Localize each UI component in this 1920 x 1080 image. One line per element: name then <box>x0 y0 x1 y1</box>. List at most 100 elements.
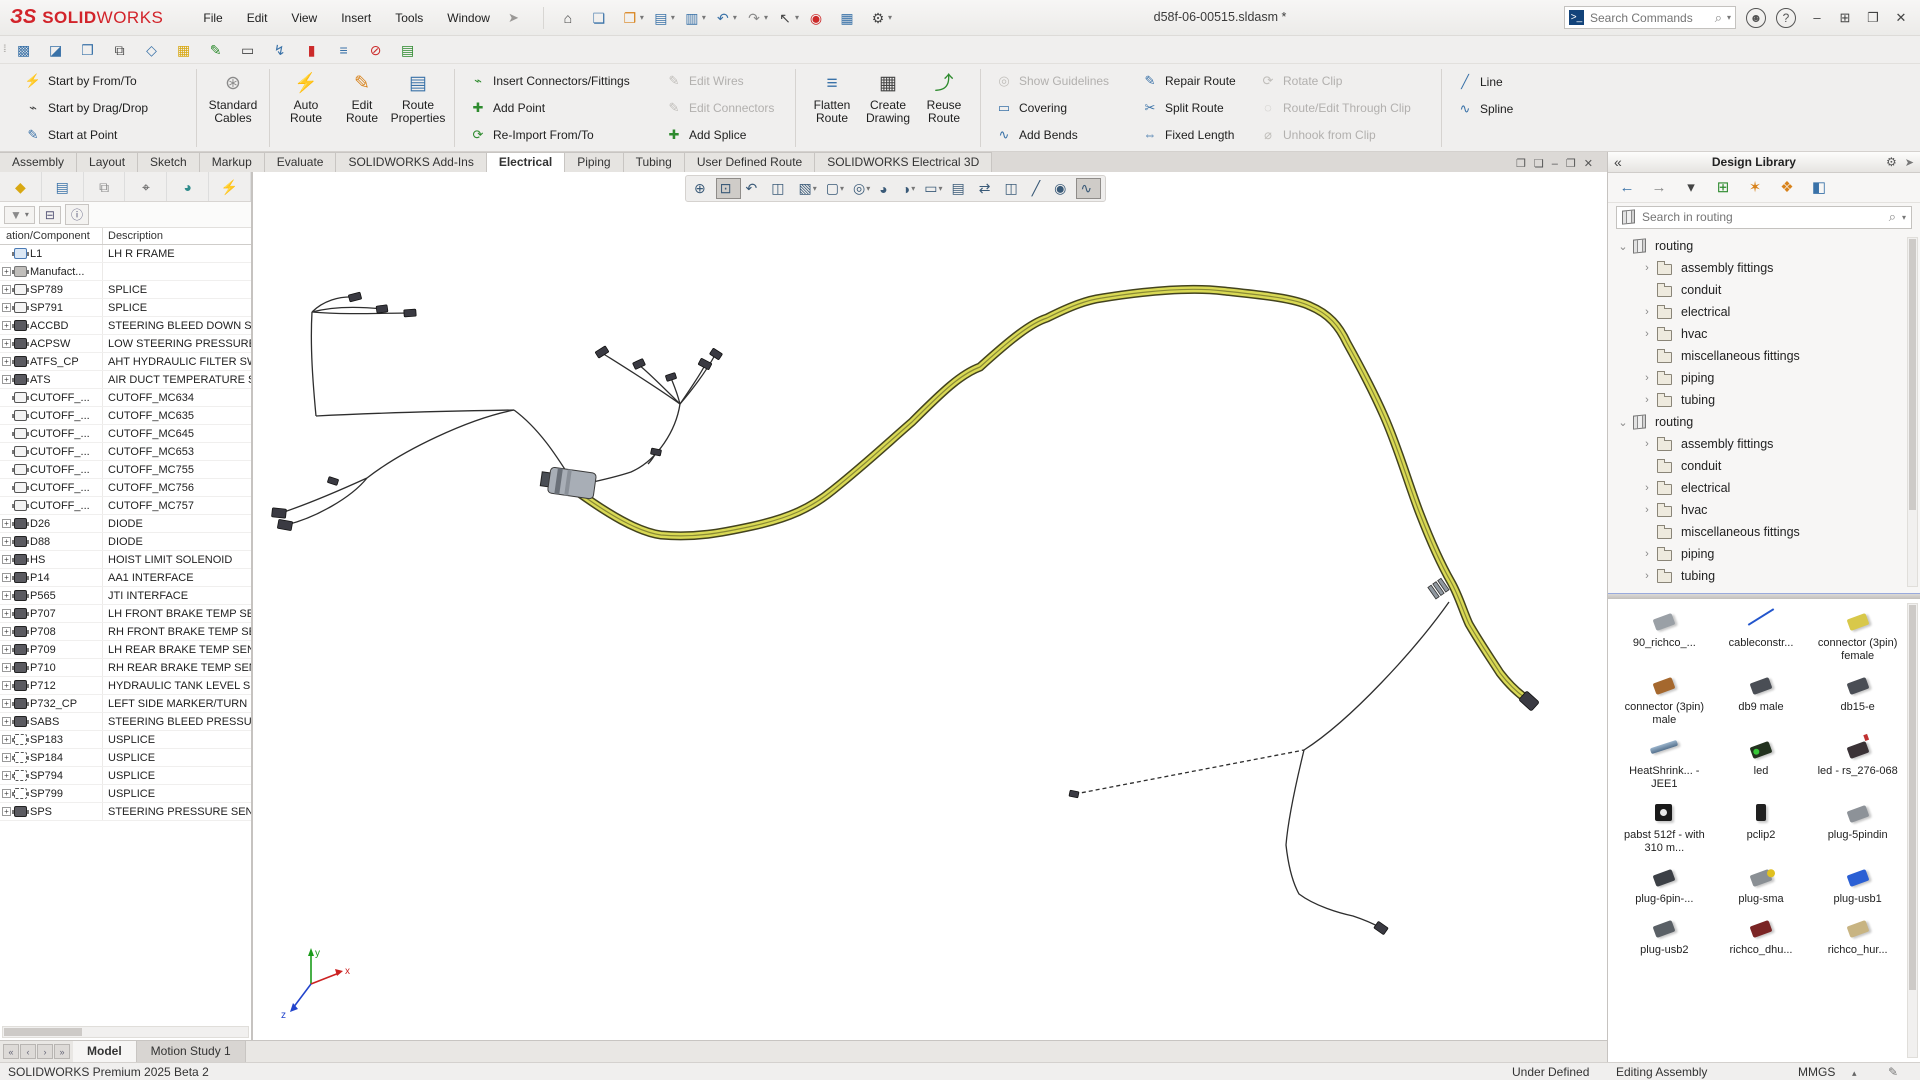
component-row[interactable]: + SP794 USPLICE <box>0 767 251 785</box>
ribbon-button[interactable]: ⌀Unhook from Clip <box>1255 121 1431 148</box>
component-row[interactable]: + ATS AIR DUCT TEMPERATURE SE <box>0 371 251 389</box>
dropdown-caret-icon[interactable]: ▾ <box>702 13 706 22</box>
ribbon-button[interactable]: ╱Line <box>1452 68 1526 95</box>
column-header-component[interactable]: ation/Component <box>0 228 103 244</box>
units-selector[interactable]: MMGS <box>1798 1065 1835 1079</box>
component-row[interactable]: + SP791 SPLICE <box>0 299 251 317</box>
view-settings-icon[interactable]: ▭ ▾ <box>920 178 946 199</box>
tree-chevron-icon[interactable]: › <box>1642 504 1652 516</box>
properties-icon[interactable]: ▦ ▾ <box>835 7 864 29</box>
library-item[interactable]: plug-sma <box>1713 863 1810 908</box>
close-child-icon[interactable]: ✕ <box>1584 157 1593 170</box>
ribbon-button[interactable]: ⌁Insert Connectors/Fittings <box>465 68 649 95</box>
component-row[interactable]: + P708 RH FRONT BRAKE TEMP SEN <box>0 623 251 641</box>
new-folder-icon[interactable]: ❖ <box>1778 179 1796 197</box>
tree-item[interactable]: › tubing <box>1608 565 1920 587</box>
ribbon-tab[interactable]: Tubing <box>624 152 685 172</box>
tree-item[interactable]: ⌄ routing <box>1608 235 1920 257</box>
ribbon-button[interactable]: ⚡Start by From/To <box>20 68 186 95</box>
refresh-icon[interactable]: ◧ <box>1810 179 1828 197</box>
close-icon[interactable]: ✕ <box>1890 10 1912 26</box>
prev-tab-icon[interactable]: ‹ <box>20 1044 36 1059</box>
tree-item[interactable]: › piping <box>1608 543 1920 565</box>
left-panel-hscrollbar[interactable] <box>2 1026 249 1038</box>
component-row[interactable]: + CUTOFF_... CUTOFF_MC635 <box>0 407 251 425</box>
ribbon-button[interactable]: ✎Start at Point <box>20 121 186 148</box>
ribbon-tab[interactable]: Assembly <box>0 152 77 172</box>
tree-chevron-icon[interactable]: › <box>1642 306 1652 318</box>
tree-chevron-icon[interactable]: ⌄ <box>1618 416 1628 429</box>
component-row[interactable]: + SABS STEERING BLEED PRESSURE <box>0 713 251 731</box>
hide-show-items-icon[interactable]: ◎ ▾ <box>849 178 874 199</box>
tree-item[interactable]: › hvac <box>1608 323 1920 345</box>
terminal-pair-icon[interactable]: ▮ <box>299 39 325 61</box>
expand-icon[interactable]: + <box>2 627 11 636</box>
expand-icon[interactable]: + <box>2 807 11 816</box>
new-document-icon[interactable]: ❏ ▾ <box>587 7 616 29</box>
menu-pin-icon[interactable]: ➤ <box>508 10 519 26</box>
edit-appearance-icon[interactable]: ◕ ▾ <box>875 179 896 199</box>
save-icon[interactable]: ▤ ▾ <box>649 7 678 29</box>
ribbon-button[interactable]: ✚Add Point <box>465 95 649 122</box>
ribbon-button[interactable]: ⤴Reuse Route <box>916 68 972 148</box>
ribbon-tab[interactable]: Layout <box>77 152 138 172</box>
dropdown-caret-icon[interactable]: ▾ <box>911 184 915 193</box>
library-item[interactable]: pclip2 <box>1713 799 1810 857</box>
expand-icon[interactable]: + <box>2 789 11 798</box>
ribbon-tab[interactable]: Markup <box>200 152 265 172</box>
expand-icon[interactable]: + <box>2 537 11 546</box>
ribbon-tab[interactable]: SOLIDWORKS Electrical 3D <box>815 152 992 172</box>
ribbon-button[interactable]: ≡Flatten Route <box>804 68 860 148</box>
component-row[interactable]: + CUTOFF_... CUTOFF_MC634 <box>0 389 251 407</box>
add-file-location-icon[interactable]: ⊞ <box>1714 179 1732 197</box>
library-item[interactable]: led - rs_276-068 <box>1809 735 1906 793</box>
ribbon-button[interactable]: ◌Route/Edit Through Clip <box>1255 95 1431 122</box>
tree-chevron-icon[interactable]: › <box>1642 262 1652 274</box>
ribbon-button[interactable]: ▦Create Drawing <box>860 68 916 148</box>
menu-item[interactable]: Insert <box>329 7 383 29</box>
tree-item[interactable]: › hvac <box>1608 499 1920 521</box>
dropdown-caret-icon[interactable]: ▾ <box>938 184 942 193</box>
expand-icon[interactable]: + <box>2 609 11 618</box>
component-row[interactable]: + P14 AA1 INTERFACE <box>0 569 251 587</box>
first-tab-icon[interactable]: « <box>3 1044 19 1059</box>
section-view-icon[interactable]: ◫ ▾ <box>767 178 793 199</box>
electrical-layers-icon[interactable]: ▩ <box>11 39 37 61</box>
ribbon-button[interactable]: ⚡Auto Route <box>278 68 334 148</box>
library-item[interactable]: connector (3pin) male <box>1616 671 1713 729</box>
grid-icon[interactable]: ▤ <box>395 39 421 61</box>
dropdown-caret-icon[interactable]: ▾ <box>671 13 675 22</box>
component-row[interactable]: + D88 DIODE <box>0 533 251 551</box>
ribbon-button[interactable]: ⇔Fixed Length <box>1137 121 1243 148</box>
ribbon-button[interactable]: ✎Edit Route <box>334 68 390 148</box>
expand-icon[interactable]: + <box>2 717 11 726</box>
expand-icon[interactable]: + <box>2 735 11 744</box>
ribbon-button[interactable]: ∿Spline <box>1452 95 1526 122</box>
last-tab-icon[interactable]: » <box>54 1044 70 1059</box>
dropdown-caret-icon[interactable]: ▾ <box>840 184 844 193</box>
ribbon-button[interactable]: ⊛Standard Cables <box>205 68 261 148</box>
library-item[interactable]: pabst 512f - with 310 m... <box>1616 799 1713 857</box>
electrical-manager-tab-icon[interactable]: ⚡ <box>209 172 251 201</box>
annotation-tag-icon[interactable]: ✎ <box>1888 1065 1898 1079</box>
cascade-icon[interactable]: ❏ <box>1534 157 1544 170</box>
component-row[interactable]: + CUTOFF_... CUTOFF_MC653 <box>0 443 251 461</box>
expand-icon[interactable]: + <box>2 573 11 582</box>
previous-view-icon[interactable]: ↶ ▾ <box>742 178 767 199</box>
dropdown-caret-icon[interactable]: ▾ <box>813 184 817 193</box>
component-row[interactable]: + ATFS_CP AHT HYDRAULIC FILTER SW <box>0 353 251 371</box>
tree-chevron-icon[interactable]: ⌄ <box>1618 240 1628 253</box>
menu-item[interactable]: Tools <box>383 7 435 29</box>
restore-icon[interactable]: ❐ <box>1862 10 1884 26</box>
zoom-to-area-icon[interactable]: ⊡ ▾ <box>716 178 741 199</box>
expand-icon[interactable]: + <box>2 771 11 780</box>
model-tab[interactable]: Motion Study 1 <box>137 1041 246 1062</box>
collapse-panel-icon[interactable]: « <box>1614 154 1622 170</box>
expand-icon[interactable]: + <box>2 303 11 312</box>
history-caret-icon[interactable]: ▾ <box>1682 179 1700 197</box>
graphics-viewport[interactable]: y x z ⊕ ▾ ⊡ ▾ ↶ ▾ <box>253 172 1607 1040</box>
assembly-tab-icon[interactable]: ◆ <box>0 172 42 201</box>
ribbon-button[interactable]: ✎Edit Connectors <box>661 95 785 122</box>
component-row[interactable]: + L1 LH R FRAME <box>0 245 251 263</box>
dimxpert-tab-icon[interactable]: ⌖ <box>125 172 167 201</box>
